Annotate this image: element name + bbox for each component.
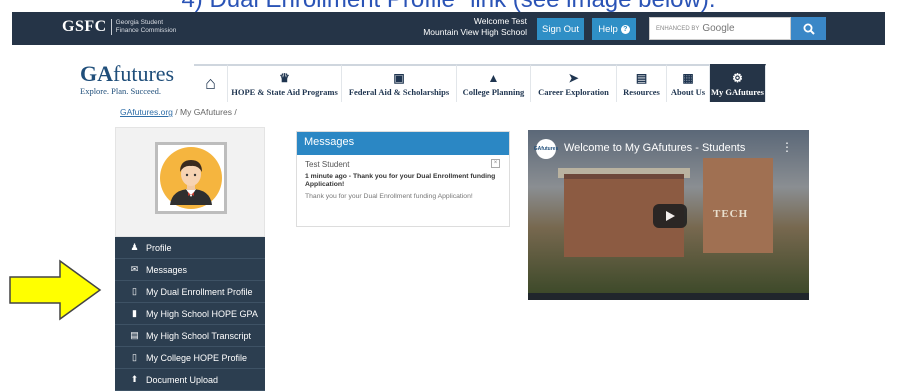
- graduation-cap-icon: ▲: [487, 70, 500, 85]
- gafutures-logo[interactable]: GAfutures Explore. Plan. Succeed.: [80, 62, 174, 97]
- logo-futures: futures: [113, 61, 175, 86]
- messages-title: Messages: [297, 132, 509, 155]
- top-header-bar: GSFC Georgia Student Finance Commission …: [12, 12, 885, 45]
- nav-my-gafutures[interactable]: ⚙ My GAfutures: [710, 64, 766, 102]
- sign-out-button[interactable]: Sign Out: [537, 18, 584, 40]
- org-line-1: Georgia Student: [115, 19, 164, 26]
- search-placeholder-brand: Google: [702, 23, 735, 34]
- welcome-text: Welcome Test Mountain View High School: [407, 16, 527, 38]
- breadcrumb-rest: / My GAfutures /: [172, 107, 237, 117]
- sidebar-menu: ♟ Profile ✉ Messages ▯ My Dual Enrollmen…: [115, 237, 265, 391]
- thumbnail-tech-sign: TECH: [713, 208, 749, 220]
- welcome-user: Welcome Test: [473, 16, 527, 26]
- play-button[interactable]: [653, 204, 687, 228]
- messages-panel: Messages Test Student × 1 minute ago - T…: [296, 131, 510, 227]
- nav-federal-aid[interactable]: ▣ Federal Aid & Scholarships: [342, 64, 457, 102]
- nav-hope-state-aid[interactable]: ♛ HOPE & State Aid Programs: [228, 64, 342, 102]
- nav-career-exploration[interactable]: ➤ Career Exploration: [531, 64, 617, 102]
- nav-college-planning[interactable]: ▲ College Planning: [457, 64, 531, 102]
- logo-ga: GA: [80, 61, 113, 86]
- sidebar-item-label: My Dual Enrollment Profile: [146, 286, 253, 297]
- nav-label: About Us: [670, 86, 706, 97]
- gear-icon: ⚙: [732, 70, 743, 85]
- nav-label: College Planning: [462, 86, 525, 97]
- breadcrumb-home-link[interactable]: GAfutures.org: [120, 107, 173, 117]
- main-nav: ⌂ ♛ HOPE & State Aid Programs ▣ Federal …: [194, 64, 766, 102]
- gsfc-logo-text: GSFC: [62, 18, 107, 35]
- nav-label: Federal Aid & Scholarships: [348, 86, 450, 97]
- sidebar-item-college-hope-profile[interactable]: ▯ My College HOPE Profile: [115, 347, 265, 369]
- sidebar-item-label: Messages: [146, 264, 188, 275]
- pointer-arrow-icon: [9, 259, 102, 321]
- play-icon: [666, 211, 675, 221]
- gafutures-logo-text: GAfutures: [80, 62, 174, 86]
- message-body: Thank you for your Dual Enrollment fundi…: [305, 193, 473, 200]
- nav-label: My GAfutures: [711, 86, 764, 97]
- sidebar-item-messages[interactable]: ✉ Messages: [115, 259, 265, 281]
- close-icon[interactable]: ×: [491, 159, 500, 168]
- sidebar-item-hope-gpa[interactable]: ▮ My High School HOPE GPA: [115, 303, 265, 325]
- message-item[interactable]: Test Student × 1 minute ago - Thank you …: [297, 155, 509, 207]
- video-progress-bar[interactable]: [528, 293, 809, 300]
- gsfc-org-name: Georgia Student Finance Commission: [116, 19, 177, 35]
- search-placeholder-prefix: ENHANCED BY: [656, 25, 700, 32]
- envelope-icon: ✉: [130, 264, 139, 274]
- file-icon: ▯: [132, 352, 137, 362]
- home-icon: ⌂: [205, 72, 216, 93]
- file-icon: ▯: [132, 286, 137, 296]
- sidebar-item-label: Document Upload: [146, 374, 219, 385]
- search-button[interactable]: [791, 17, 826, 40]
- gafutures-tagline: Explore. Plan. Succeed.: [80, 86, 161, 96]
- paper-plane-icon: ➤: [568, 70, 579, 85]
- instruction-caption: 4) Dual Enrollment Profile" link (see im…: [0, 0, 897, 12]
- breadcrumb: GAfutures.org / My GAfutures /: [120, 107, 237, 117]
- gsfc-logo[interactable]: GSFC Georgia Student Finance Commission: [62, 18, 176, 36]
- document-icon: ▤: [130, 330, 139, 340]
- book-icon: ▮: [132, 308, 137, 318]
- nav-about-us[interactable]: ▦ About Us: [667, 64, 710, 102]
- welcome-school: Mountain View High School: [423, 27, 527, 37]
- sidebar-item-profile[interactable]: ♟ Profile: [115, 237, 265, 259]
- user-icon: ♟: [130, 242, 139, 252]
- nav-label: HOPE & State Aid Programs: [231, 86, 338, 97]
- building-icon: ▦: [682, 70, 694, 85]
- sidebar-item-dual-enrollment-profile[interactable]: ▯ My Dual Enrollment Profile: [115, 281, 265, 303]
- nav-home[interactable]: ⌂: [194, 64, 228, 102]
- upload-icon: ⬆: [130, 374, 139, 384]
- sidebar-item-label: Profile: [146, 242, 172, 253]
- message-subject: 1 minute ago - Thank you for your Dual E…: [305, 173, 496, 188]
- message-sender: Test Student: [305, 160, 350, 169]
- trophy-icon: ♛: [279, 70, 290, 85]
- thumbnail-tower: [703, 158, 773, 253]
- org-line-2: Finance Commission: [115, 27, 177, 34]
- search-icon: [803, 23, 815, 35]
- logo-divider: [110, 19, 112, 35]
- sidebar-item-label: My College HOPE Profile: [146, 352, 248, 363]
- book-icon: ▤: [635, 70, 648, 85]
- question-icon: ?: [620, 24, 630, 34]
- more-options-icon[interactable]: ⋮: [781, 140, 793, 154]
- avatar-icon: [160, 147, 222, 209]
- nav-resources[interactable]: ▤ Resources: [617, 64, 667, 102]
- avatar: [155, 142, 227, 214]
- video-title[interactable]: Welcome to My GAfutures - Students: [564, 142, 745, 154]
- nav-label: Career Exploration: [538, 86, 609, 97]
- video-player[interactable]: TECH GAfutures Welcome to My GAfutures -…: [528, 130, 809, 300]
- nav-label: Resources: [623, 86, 660, 97]
- help-button[interactable]: Help ?: [592, 18, 636, 40]
- sidebar-item-document-upload[interactable]: ⬆ Document Upload: [115, 369, 265, 391]
- channel-avatar[interactable]: GAfutures: [534, 139, 558, 159]
- sidebar-item-label: My High School HOPE GPA: [146, 308, 258, 319]
- sidebar-item-label: My High School Transcript: [146, 330, 252, 341]
- search-input[interactable]: ENHANCED BY Google: [649, 17, 791, 40]
- profile-card: [115, 127, 265, 237]
- help-label: Help: [598, 23, 618, 35]
- sidebar-item-transcript[interactable]: ▤ My High School Transcript: [115, 325, 265, 347]
- money-icon: ▣: [393, 70, 405, 85]
